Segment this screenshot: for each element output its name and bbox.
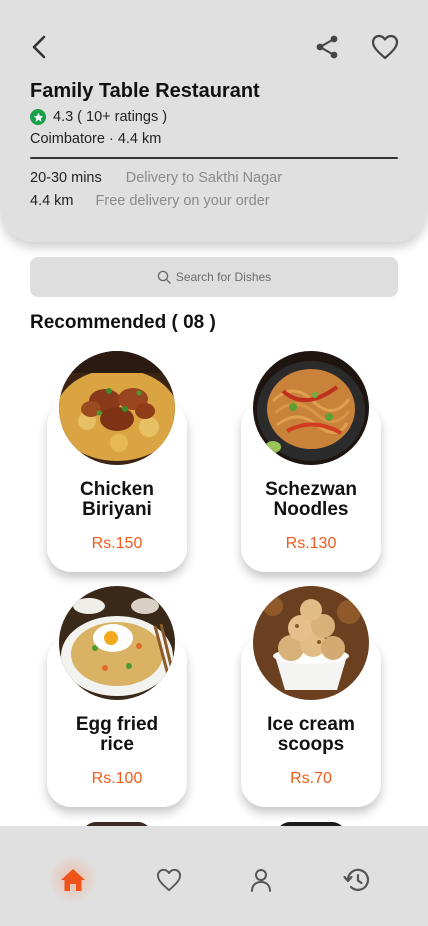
- dish-name: Ice cream scoops: [267, 714, 355, 755]
- favorite-button[interactable]: [368, 30, 402, 64]
- delivery-time-row: 20-30 mins Delivery to Sakthi Nagar: [30, 170, 282, 186]
- nav-favorites[interactable]: [151, 862, 187, 898]
- share-icon: [316, 35, 338, 59]
- bottom-nav: [0, 826, 428, 926]
- restaurant-header: Family Table Restaurant 4.3 ( 10+ rating…: [0, 0, 428, 242]
- dish-image[interactable]: [59, 351, 175, 465]
- delivery-fee-row: 4.4 km Free delivery on your order: [30, 193, 270, 209]
- delivery-time: 20-30 mins: [30, 170, 102, 186]
- dish-price: Rs.130: [285, 535, 337, 552]
- dish-name: Schezwan Noodles: [265, 479, 357, 520]
- rating-row: 4.3 ( 10+ ratings ): [30, 109, 167, 125]
- dish-price: Rs.100: [91, 770, 143, 787]
- search-icon: [157, 270, 171, 284]
- heart-icon: [156, 868, 181, 892]
- dish-image[interactable]: [253, 586, 369, 700]
- back-button[interactable]: [24, 32, 54, 62]
- back-arrow-icon: [32, 35, 46, 59]
- dish-name: Egg fried rice: [75, 714, 159, 755]
- dish-image[interactable]: [253, 351, 369, 465]
- delivery-fee-note: Free delivery on your order: [95, 193, 270, 209]
- search-input[interactable]: Search for Dishes: [30, 257, 398, 297]
- location-text: Coimbatore · 4.4 km: [30, 131, 162, 147]
- distance: 4.4 km: [30, 193, 74, 209]
- dish-price: Rs.70: [290, 770, 332, 787]
- history-icon: [343, 868, 370, 891]
- star-icon: [30, 109, 46, 125]
- heart-icon: [371, 34, 399, 60]
- user-icon: [251, 869, 271, 892]
- home-icon: [61, 869, 85, 891]
- share-button[interactable]: [312, 32, 342, 62]
- nav-history[interactable]: [338, 862, 374, 898]
- dish-image[interactable]: [59, 586, 175, 700]
- nav-home[interactable]: [55, 862, 91, 898]
- search-placeholder: Search for Dishes: [175, 270, 272, 284]
- rating-text: 4.3 ( 10+ ratings ): [53, 109, 168, 125]
- delivery-address: Delivery to Sakthi Nagar: [125, 170, 283, 186]
- dish-price: Rs.150: [91, 535, 143, 552]
- section-title: Recommended ( 08 ): [30, 312, 216, 333]
- header-divider: [30, 157, 398, 159]
- dish-name: Chicken Biriyani: [80, 479, 154, 520]
- restaurant-name: Family Table Restaurant: [30, 80, 260, 102]
- nav-profile[interactable]: [243, 862, 279, 898]
